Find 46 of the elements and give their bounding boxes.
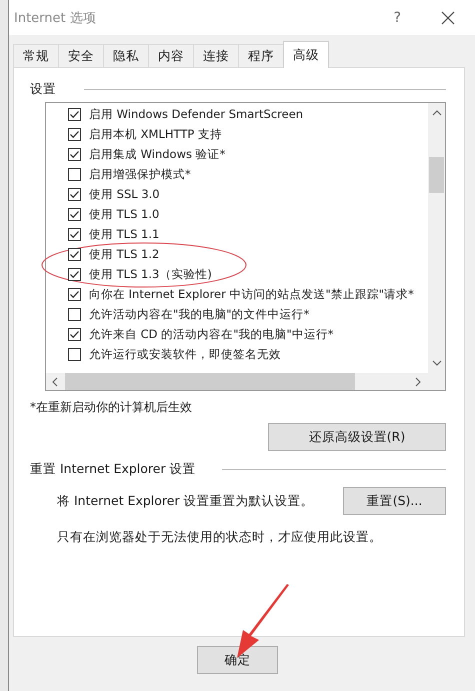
checkbox[interactable] — [68, 148, 81, 160]
scroll-left-icon[interactable] — [51, 376, 59, 386]
checkbox[interactable] — [68, 188, 81, 200]
checkbox[interactable] — [68, 228, 81, 240]
checkbox[interactable] — [68, 268, 81, 280]
checkbox[interactable] — [68, 348, 81, 360]
footnote: *在重新启动你的计算机后生效 — [30, 399, 193, 416]
scroll-up-icon[interactable] — [432, 109, 442, 117]
group-label: 设置 — [30, 80, 57, 98]
group-label: 重置 Internet Explorer 设置 — [30, 460, 197, 478]
checkbox[interactable] — [68, 208, 81, 220]
scroll-right-icon[interactable] — [414, 376, 422, 386]
setting-item[interactable]: 启用本机 XMLHTTP 支持 — [68, 124, 428, 144]
setting-item[interactable]: 允许运行或安装软件，即使签名无效 — [68, 344, 428, 364]
checkbox[interactable] — [68, 288, 81, 300]
checkbox[interactable] — [68, 328, 81, 340]
setting-item[interactable]: 向你在 Internet Explorer 中访问的站点发送"禁止跟踪"请求* — [68, 284, 428, 304]
setting-item[interactable]: 使用 TLS 1.3（实验性) — [68, 264, 428, 284]
window-title: Internet 选项 — [14, 10, 97, 26]
setting-item[interactable]: 使用 TLS 1.0 — [68, 204, 428, 224]
setting-item[interactable]: 启用集成 Windows 验证* — [68, 144, 428, 164]
scroll-thumb[interactable] — [65, 373, 355, 390]
setting-item[interactable]: 使用 TLS 1.2 — [68, 244, 428, 264]
vertical-scrollbar[interactable] — [428, 103, 445, 373]
checkbox[interactable] — [68, 108, 81, 120]
checkbox[interactable] — [68, 168, 81, 180]
reset-note: 只有在浏览器处于无法使用的状态时，才应使用此设置。 — [57, 529, 383, 546]
setting-item[interactable]: 允许活动内容在"我的电脑"的文件中运行* — [68, 304, 428, 324]
setting-item[interactable]: 使用 TLS 1.1 — [68, 224, 428, 244]
setting-item[interactable]: 使用 SSL 3.0 — [68, 184, 428, 204]
close-icon[interactable] — [441, 10, 455, 24]
checkbox[interactable] — [68, 308, 81, 320]
setting-item[interactable]: 启用 Windows Defender SmartScreen — [68, 104, 428, 124]
checkbox[interactable] — [68, 248, 81, 260]
scroll-down-icon[interactable] — [432, 359, 442, 367]
checkbox[interactable] — [68, 128, 81, 140]
restore-advanced-button[interactable]: 还原高级设置(R) — [268, 423, 446, 451]
reset-button[interactable]: 重置(S)... — [343, 487, 446, 515]
setting-item[interactable]: 启用增强保护模式* — [68, 164, 428, 184]
tab[interactable]: 常规 — [13, 44, 59, 68]
help-button[interactable]: ? — [394, 10, 401, 26]
ok-button[interactable]: 确定 — [197, 646, 278, 674]
scroll-thumb[interactable] — [429, 157, 444, 193]
setting-item[interactable]: 允许来自 CD 的活动内容在"我的电脑"中运行* — [68, 324, 428, 344]
reset-description: 将 Internet Explorer 设置重置为默认设置。 — [57, 492, 314, 510]
tab[interactable]: 高级 — [283, 41, 329, 68]
